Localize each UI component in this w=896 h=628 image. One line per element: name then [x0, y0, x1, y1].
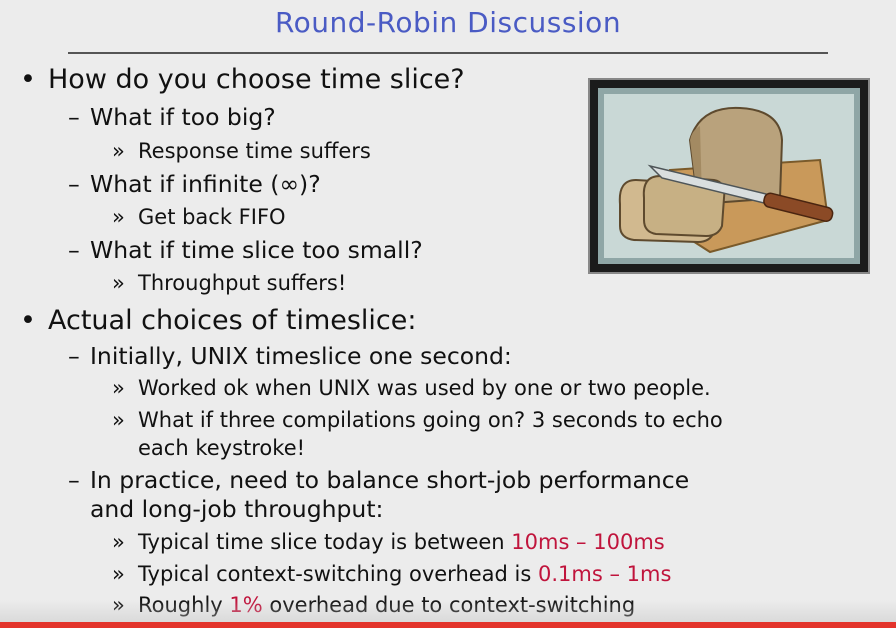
bullet-marker: –	[68, 236, 80, 264]
highlight-value: 10ms – 100ms	[511, 530, 665, 554]
bullet-text: In practice, need to balance short-job p…	[90, 466, 690, 494]
bread-knife-svg	[598, 88, 860, 264]
bullet-text: Throughput suffers!	[138, 271, 347, 295]
bullet-text: What if three compilations going on? 3 s…	[138, 408, 723, 432]
bullet-marker: »	[112, 271, 125, 295]
text-prefix: Typical time slice today is between	[138, 530, 512, 554]
bullet-marker: »	[112, 205, 125, 229]
bullet-text: Get back FIFO	[138, 205, 286, 229]
bullet-marker: »	[112, 408, 125, 432]
bullet-marker: »	[112, 376, 125, 400]
bullet-marker: –	[68, 466, 80, 494]
title-divider	[68, 52, 828, 54]
bullet-continuation: each keystroke!	[138, 436, 306, 460]
bullet-text: Response time suffers	[138, 139, 371, 163]
bullet-text: Worked ok when UNIX was used by one or t…	[138, 376, 711, 400]
bullet-text: How do you choose time slice?	[48, 64, 465, 95]
bullet-text: What if too big?	[90, 103, 276, 131]
bullet-marker: –	[68, 342, 80, 370]
bread-loaf-and-knife-illustration	[588, 78, 870, 274]
bullet-marker: –	[68, 103, 80, 131]
bullet-continuation: and long-job throughput:	[90, 495, 384, 523]
bullet-text: Initially, UNIX timeslice one second:	[90, 342, 512, 370]
text-prefix: Typical context-switching overhead is	[138, 562, 539, 586]
bullet-marker: •	[20, 305, 36, 336]
video-progress-bar[interactable]	[0, 622, 896, 628]
bullet-marker: »	[112, 562, 125, 586]
bullet-marker: –	[68, 170, 80, 198]
highlight-value: 0.1ms – 1ms	[538, 562, 672, 586]
bullet-marker: •	[20, 64, 36, 95]
bullet-text: Typical context-switching overhead is 0.…	[138, 562, 671, 586]
video-fade	[0, 600, 896, 622]
bullet-text: What if time slice too small?	[90, 236, 423, 264]
slide: Round-Robin Discussion • How do you choo…	[0, 0, 896, 628]
bullet-text: What if infinite (∞)?	[90, 170, 321, 198]
slide-title: Round-Robin Discussion	[274, 6, 622, 39]
bullet-marker: »	[112, 139, 125, 163]
bullet-marker: »	[112, 530, 125, 554]
bullet-text: Actual choices of timeslice:	[48, 305, 417, 336]
bullet-text: Typical time slice today is between 10ms…	[138, 530, 665, 554]
